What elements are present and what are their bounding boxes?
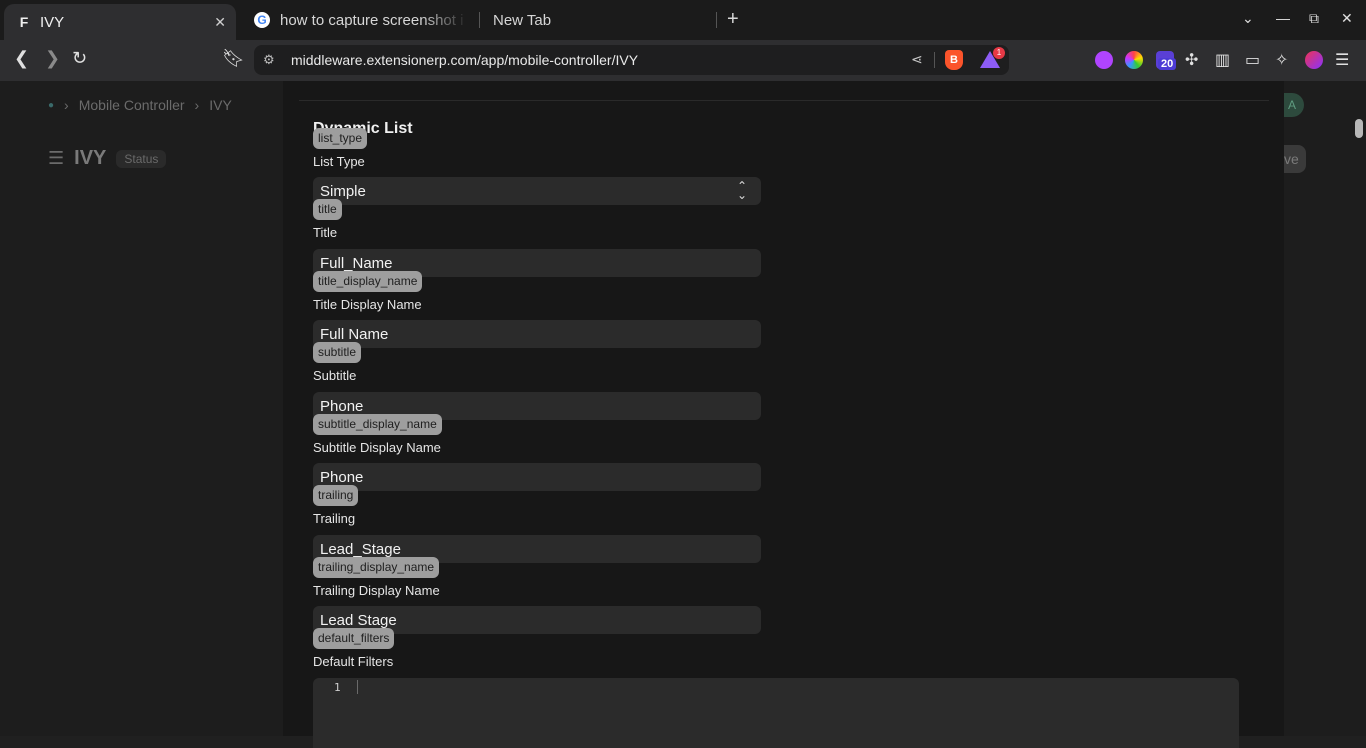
new-tab-button[interactable]: + [727,8,739,31]
address-divider [934,52,935,68]
editor-cursor [357,680,358,694]
tab-title-fade [420,8,480,34]
brave-shields-icon[interactable]: B [945,50,963,70]
background-page-left: ● › Mobile Controller › IVY ☰ IVY Status [0,81,283,736]
color-picker-extension-icon[interactable] [1125,51,1143,69]
field-label-title: Title [313,225,338,240]
sidebar-toggle-icon[interactable]: ▥ [1215,50,1230,70]
profile-avatar[interactable] [1305,51,1323,69]
extension-badge: 20 [1158,58,1177,70]
restore-icon[interactable]: ⧉ [1309,10,1319,27]
breadcrumb-mobile-controller[interactable]: Mobile Controller [79,97,185,113]
field-label-title-display-name: Title Display Name [313,297,422,312]
menu-icon[interactable]: ☰ [1335,50,1349,70]
subtitle-value: Phone [320,398,364,415]
page-header: ☰ IVY Status [48,147,167,170]
tab-title: IVY [40,13,65,31]
breadcrumb-separator-icon: › [194,97,200,113]
line-number: 1 [334,681,341,694]
bookmark-icon[interactable]: 🔖︎ [222,48,245,69]
field-label-list-type: List Type [313,154,365,169]
fieldname-chip-subtitle-display-name: subtitle_display_name [313,414,442,435]
save-button[interactable]: ve [1284,145,1306,173]
breadcrumb-ivy[interactable]: IVY [209,97,232,113]
back-icon[interactable]: ❮ [14,48,29,69]
address-url[interactable]: middleware.extensionerp.com/app/mobile-c… [291,52,638,68]
tab-separator [479,12,480,28]
fieldname-chip-default-filters: default_filters [313,628,395,649]
fieldname-chip-title-display-name: title_display_name [313,271,423,292]
forward-icon[interactable]: ❯ [45,48,60,69]
tab-new-tab[interactable]: New Tab [493,0,713,40]
google-favicon-icon: G [254,12,270,28]
fieldname-chip-subtitle: subtitle [313,342,362,363]
close-window-icon[interactable]: ✕ [1341,10,1353,27]
default-filters-code-editor[interactable]: 1 [313,678,1239,748]
address-bar[interactable]: ⚙ middleware.extensionerp.com/app/mobile… [254,45,1009,75]
title-display-name-input[interactable]: Full Name [313,320,761,348]
list-type-value: Simple [320,183,366,200]
tab-strip: F IVY ✕ G how to capture screenshot i Ne… [0,0,1366,40]
breadcrumb: ● › Mobile Controller › IVY [48,97,232,113]
page-title: IVY [74,147,107,169]
minimize-icon[interactable]: — [1276,10,1290,26]
field-label-subtitle-display-name: Subtitle Display Name [313,440,441,455]
trailing-value: Lead_Stage [320,541,401,558]
tab-title: New Tab [493,11,552,29]
tab-search-chevron-icon[interactable]: ⌄ [1242,10,1254,27]
title-value: Full_Name [320,255,393,272]
extension-purple-icon[interactable] [1095,51,1113,69]
subtitle-display-name-input[interactable]: Phone [313,463,761,491]
trailing-display-name-value: Lead Stage [320,612,397,629]
tab-ivy[interactable]: F IVY ✕ [4,4,236,40]
fieldname-chip-trailing-display-name: trailing_display_name [313,557,440,578]
fieldname-chip-list-type: list_type [313,128,368,149]
share-icon[interactable]: ⋖ [911,51,923,68]
field-label-default-filters: Default Filters [313,654,394,669]
subtitle-display-name-value: Phone [320,469,364,486]
wallet-icon[interactable]: ▭ [1245,50,1260,70]
page-scrollbar[interactable] [1350,81,1366,736]
field-label-trailing-display-name: Trailing Display Name [313,583,440,598]
reload-icon[interactable]: ↻ [72,48,87,69]
field-label-trailing: Trailing [313,511,356,526]
rewards-badge: 1 [993,47,1005,59]
fieldname-chip-trailing: trailing [313,485,359,506]
leo-ai-icon[interactable]: ✧ [1275,50,1288,70]
background-page-right [1284,81,1350,736]
home-icon[interactable]: ● [48,100,54,111]
title-display-name-value: Full Name [320,326,389,343]
status-badge: Status [116,149,167,168]
list-type-select[interactable]: Simple ⌃ ⌄ [313,177,761,205]
select-arrows-icon: ⌃ ⌄ [736,179,747,202]
tab-separator [716,12,717,28]
hamburger-icon[interactable]: ☰ [48,148,64,169]
field-label-subtitle: Subtitle [313,368,357,383]
fieldname-chip-title: title [313,199,342,220]
extensions-puzzle-icon[interactable]: ✣ [1185,50,1198,70]
site-info-icon[interactable]: ⚙ [263,52,275,68]
frappe-favicon-icon: F [19,14,29,30]
scrollbar-thumb[interactable] [1355,119,1363,138]
dialog-divider [299,100,1269,101]
close-tab-icon[interactable]: ✕ [214,14,226,31]
breadcrumb-separator-icon: › [64,97,69,113]
